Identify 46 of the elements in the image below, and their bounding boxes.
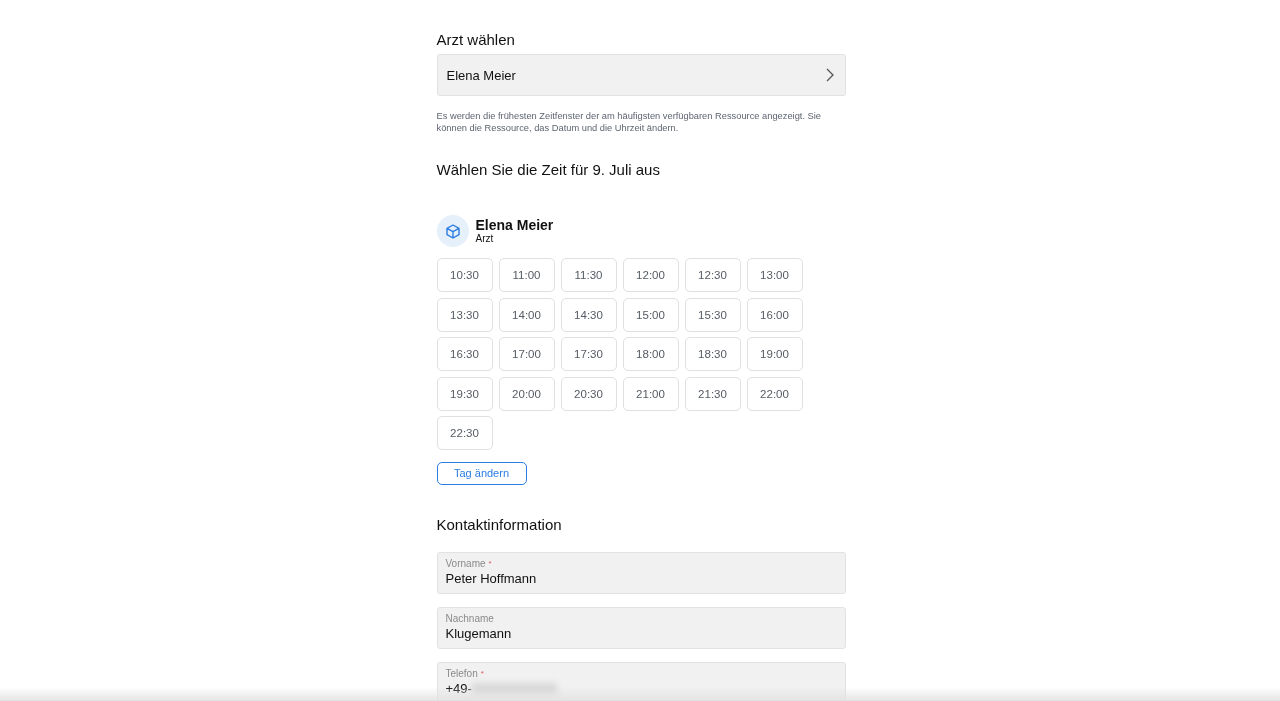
time-slot[interactable]: 11:30 [560,258,617,292]
text-field[interactable]: Vorname * Peter Hoffmann [436,552,846,594]
time-slot[interactable]: 11:00 [498,258,555,292]
time-slot[interactable]: 15:00 [622,297,679,332]
time-slot[interactable]: 18:00 [622,337,679,371]
field-label: Vorname * [445,558,493,570]
resource-name: Elena Meier [475,217,554,233]
cube-icon [445,223,460,239]
field-value: Klugemann [445,625,512,642]
time-slot[interactable]: 22:00 [746,376,803,411]
time-slot[interactable]: 21:00 [622,376,679,411]
change-day-button[interactable]: Tag ändern [436,462,527,485]
time-slot[interactable]: 16:30 [436,337,493,371]
doctor-select[interactable]: Elena Meier [436,54,846,96]
time-slot[interactable]: 19:30 [436,376,493,411]
text-field[interactable]: Telefon * +49- [436,662,846,701]
time-slot[interactable]: 18:30 [684,337,741,371]
field-label: Nachname [445,613,495,625]
time-slot[interactable]: 17:30 [560,337,617,371]
time-slot[interactable]: 10:30 [436,258,493,292]
time-slot[interactable]: 17:00 [498,337,555,371]
time-slot[interactable]: 20:30 [560,376,617,411]
time-slot[interactable]: 16:00 [746,297,803,332]
time-slot[interactable]: 14:30 [560,297,617,332]
time-slot[interactable]: 13:30 [436,297,493,332]
field-value: +49- [445,680,472,697]
required-mark: * [488,559,492,568]
time-slot[interactable]: 19:00 [746,337,803,371]
field-label: Telefon * [445,668,485,680]
time-slot[interactable]: 21:30 [684,376,741,411]
time-slot[interactable]: 20:00 [498,376,555,411]
required-mark: * [480,669,484,678]
time-slot[interactable]: 15:30 [684,297,741,332]
section-heading: Arzt wählen [436,31,515,49]
chevron-right-icon [824,68,835,82]
info-text: Es werden die frühesten Zeitfenster der am häufigsten verfügbaren Ressource angezeigt. Sie können die Ressource, das Datum und die Uhrzeit ändern. [436,110,822,134]
text-field[interactable]: Nachname Klugemann [436,607,846,649]
time-slot[interactable]: 12:30 [684,258,741,292]
section-heading: Wählen Sie die Zeit für 9. Juli aus [436,161,660,179]
time-slot[interactable]: 13:00 [746,258,803,292]
time-slot[interactable]: 14:00 [498,297,555,332]
field-value: Peter Hoffmann [445,570,537,587]
section-heading: Kontaktinformation [436,516,562,534]
time-slot[interactable]: 22:30 [436,416,493,450]
resource-role: Arzt [475,233,495,245]
time-slot[interactable]: 12:00 [622,258,679,292]
